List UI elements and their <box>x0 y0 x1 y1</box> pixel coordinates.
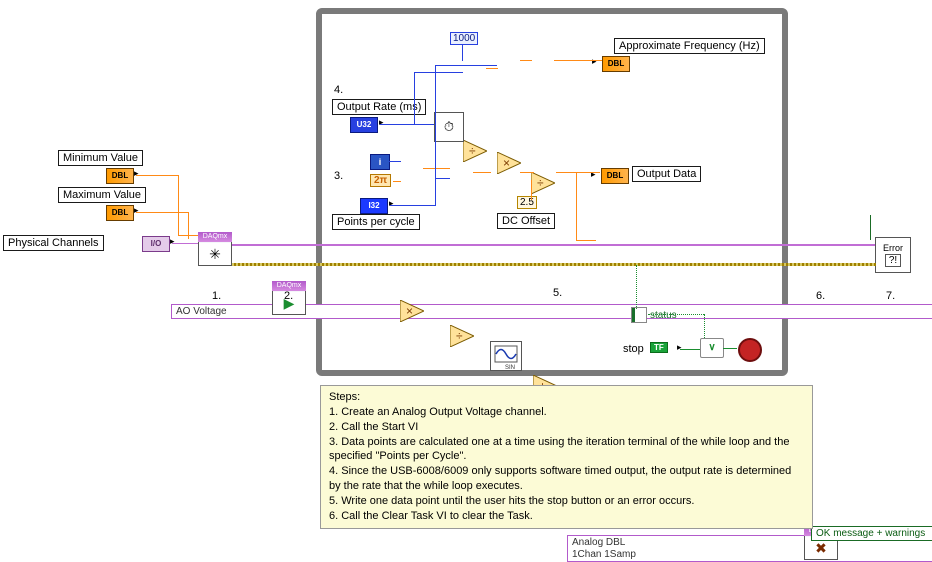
svg-text:×: × <box>503 156 510 170</box>
multiply-function[interactable]: × <box>497 152 519 172</box>
label-approx-freq: Approximate Frequency (Hz) <box>614 38 765 54</box>
chevron-right-icon: ▸ <box>134 205 139 216</box>
step-label-2: 2. <box>284 290 293 302</box>
wire <box>188 212 189 239</box>
chevron-right-icon: ▸ <box>379 117 384 128</box>
clock-icon: ⏱ <box>444 119 454 135</box>
svg-text:÷: ÷ <box>469 144 476 158</box>
divide-function-1[interactable]: ÷ <box>463 140 485 160</box>
step-label-7: 7. <box>886 290 895 302</box>
chevron-right-icon: ▸ <box>170 236 175 247</box>
step-label-4: 4. <box>334 84 343 96</box>
sparkle-icon: ✳ <box>209 246 221 263</box>
write-mode-line2: 1Chan 1Samp <box>572 549 932 561</box>
indicator-approx-freq[interactable]: DBL <box>602 56 630 72</box>
notes-line: 2. Call the Start VI <box>329 420 804 435</box>
chevron-right-icon: ▸ <box>592 56 597 67</box>
notes-line: 1. Create an Analog Output Voltage chann… <box>329 405 804 420</box>
or-function[interactable]: ∨ <box>700 338 724 358</box>
divide-function-2[interactable]: ÷ <box>531 172 553 192</box>
notes-line: 5. Write one data point until the user h… <box>329 494 804 509</box>
chevron-right-icon: ▸ <box>134 168 139 179</box>
loop-condition-terminal[interactable] <box>738 338 762 362</box>
svg-text:÷: ÷ <box>456 329 463 343</box>
label-maximum-value: Maximum Value <box>58 187 146 203</box>
wire <box>172 243 198 244</box>
chevron-right-icon: ▸ <box>677 342 682 353</box>
chevron-right-icon: ▸ <box>591 169 596 180</box>
svg-text:×: × <box>406 304 413 318</box>
step-label-1: 1. <box>212 290 221 302</box>
wait-ms-function[interactable]: ⏱ <box>434 112 464 142</box>
error-branch-wire <box>636 265 638 309</box>
terminal-physical-channels[interactable]: I/O <box>142 236 170 252</box>
simple-error-handler[interactable]: Error ?! <box>875 237 911 273</box>
label-minimum-value: Minimum Value <box>58 150 143 166</box>
error-text-icon: Error <box>883 243 903 253</box>
wire <box>870 215 871 240</box>
terminal-minimum-value[interactable]: DBL <box>106 168 134 184</box>
notes-line: 6. Call the Clear Task VI to clear the T… <box>329 509 804 524</box>
indicator-output-data[interactable]: DBL <box>601 168 629 184</box>
step-label-5: 5. <box>553 287 562 299</box>
wire <box>648 314 704 316</box>
svg-text:SIN: SIN <box>505 365 515 370</box>
wire <box>136 175 178 176</box>
wire <box>838 263 876 266</box>
label-dc-offset: DC Offset <box>497 213 555 229</box>
terminal-points-per-cycle[interactable]: I32 <box>360 198 388 214</box>
eraser-icon: ✖ <box>815 540 827 557</box>
chevron-right-icon: ▸ <box>389 198 394 209</box>
svg-text:÷: ÷ <box>537 176 544 190</box>
label-points-per-cycle: Points per cycle <box>332 214 420 230</box>
wire <box>178 235 198 236</box>
label-output-data: Output Data <box>632 166 701 182</box>
multiply-function-2[interactable]: × <box>400 300 422 320</box>
terminal-maximum-value[interactable]: DBL <box>106 205 134 221</box>
step-label-3: 3. <box>334 170 343 182</box>
selector-error-mode[interactable]: OK message + warnings <box>811 526 932 541</box>
notes-line: 3. Data points are calculated one at a t… <box>329 435 804 465</box>
terminal-stop[interactable]: TF <box>650 341 668 353</box>
notes-header: Steps: <box>329 390 804 405</box>
constant-dc-offset[interactable]: 2.5 <box>517 196 537 209</box>
step-label-6: 6. <box>816 290 825 302</box>
iteration-terminal: i <box>370 154 390 170</box>
question-icon: ?! <box>885 254 901 267</box>
status-box-icon <box>631 307 647 323</box>
wire <box>136 212 188 213</box>
notes-line: 4. Since the USB-6008/6009 only supports… <box>329 464 804 494</box>
daqmx-create-channel[interactable]: ✳ <box>198 232 232 266</box>
constant-1000[interactable]: 1000 <box>450 32 478 45</box>
sine-function[interactable]: SIN <box>490 341 522 371</box>
terminal-output-rate[interactable]: U32 <box>350 117 378 133</box>
label-physical-channels: Physical Channels <box>3 235 104 251</box>
divide-function-3[interactable]: ÷ <box>450 325 472 345</box>
wire <box>178 175 179 235</box>
notes-box: Steps: 1. Create an Analog Output Voltag… <box>320 385 813 529</box>
constant-two-pi: 2π <box>370 174 391 187</box>
label-stop: stop <box>623 343 644 355</box>
label-output-rate: Output Rate (ms) <box>332 99 426 115</box>
